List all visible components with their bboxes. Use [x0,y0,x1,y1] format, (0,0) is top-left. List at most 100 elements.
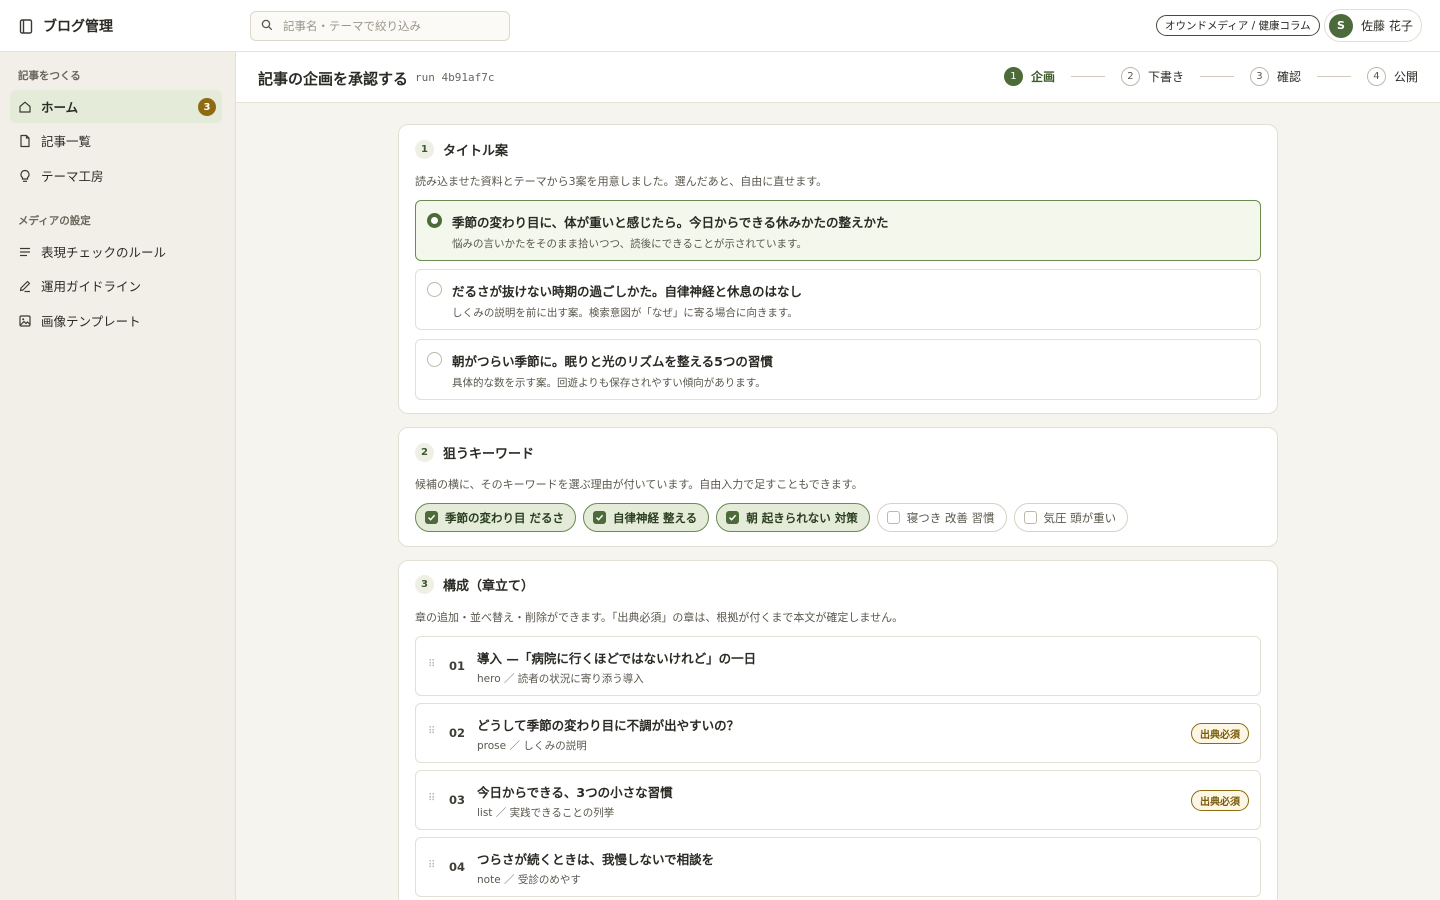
top-bar: ブログ管理 オウンドメディア / 健康コラム S 佐藤 花子 [0,0,1440,52]
chapter-type: note ／ 受診のめやす [477,874,581,886]
keywords-card: 2 狙うキーワード 候補の横に、そのキーワードを選ぶ理由が付いています。自由入力… [398,427,1278,547]
title-option[interactable]: 季節の変わり目に、体が重いと感じたら。今日からできる休みかたの整えかた 悩みの言… [415,200,1261,261]
page-header: 記事の企画を承認する run 4b91af7c 1 企画 2 下書き 3 確認 … [236,52,1440,103]
book-icon [19,18,33,34]
option-title: だるさが抜けない時期の過ごしかた。自律神経と休息のはなし [452,284,803,299]
chapter-row[interactable]: ⠿ 01 導入 —「病院に行くほどではないけれど」の一日 hero ／ 読者の状… [415,636,1261,696]
step-review[interactable]: 3 確認 [1249,67,1301,86]
app-title: ブログ管理 [43,18,113,35]
media-selector[interactable]: オウンドメディア / 健康コラム [1156,15,1320,36]
option-note: 悩みの言いかたをそのまま拾いつつ、読後にできることが示されています。 [452,238,808,250]
chapter-type: list ／ 実践できることの列挙 [477,807,615,819]
option-title: 朝がつらい季節に。眠りと光のリズムを整える5つの習慣 [452,354,773,369]
step-draft[interactable]: 2 下書き [1120,67,1184,86]
document-icon [18,134,32,148]
keyword-chip[interactable]: 寝つき 改善 習慣 [876,503,1007,532]
step-number: 4 [1366,67,1386,86]
progress-stepper: 1 企画 2 下書き 3 確認 4 公開 [1003,67,1418,86]
keyword-label: 季節の変わり目 だるさ [445,510,565,525]
card-header: 2 狙うキーワード [415,443,534,462]
keyword-chip[interactable]: 朝 起きられない 対策 [716,503,870,532]
page-title: 記事の企画を承認する [258,70,409,88]
step-label: 確認 [1276,70,1301,84]
step-label: 企画 [1030,70,1055,84]
keyword-label: 寝つき 改善 習慣 [906,510,995,525]
step-number: 1 [1003,67,1023,86]
search-icon [261,19,275,33]
user-menu[interactable]: S 佐藤 花子 [1324,9,1422,42]
keyword-chip-list: 季節の変わり目 だるさ 自律神経 整える 朝 起きられない 対策 寝つき 改善 … [415,503,1129,532]
title-option[interactable]: 朝がつらい季節に。眠りと光のリズムを整える5つの習慣 具体的な数を示す案。回遊よ… [415,339,1261,400]
step-label: 下書き [1147,70,1184,84]
radio-unselected[interactable] [427,282,442,297]
sidebar-item-guidelines[interactable]: 運用ガイドライン [10,269,222,302]
section-description: 読み込ませた資料とテーマから3案を用意しました。選んだあと、自由に直せます。 [415,175,828,188]
search-box[interactable] [250,11,510,41]
sidebar-item-label: テーマ工房 [41,169,104,184]
sidebar-item-label: ホーム [41,100,79,115]
option-note: 具体的な数を示す案。回遊よりも保存されやすい傾向があります。 [452,377,766,389]
chapter-title: どうして季節の変わり目に不調が出やすいの？ [477,718,740,733]
sidebar-item-image-templates[interactable]: 画像テンプレート [10,304,222,337]
step-label: 公開 [1393,70,1418,84]
section-number: 3 [415,575,434,594]
checkbox-checked-icon [593,511,607,524]
section-number: 2 [415,443,434,462]
section-description: 候補の横に、そのキーワードを選ぶ理由が付いています。自由入力で足すこともできます… [415,478,863,491]
chapter-title: つらさが続くときは、我慢しないで相談を [477,852,715,867]
chapter-type: hero ／ 読者の状況に寄り添う導入 [477,673,644,685]
step-plan[interactable]: 1 企画 [1003,67,1055,86]
sidebar-item-label: 記事一覧 [41,134,92,149]
avatar: S [1329,13,1353,38]
keyword-label: 朝 起きられない 対策 [746,510,858,525]
chapter-row[interactable]: ⠿ 02 どうして季節の変わり目に不調が出やすいの？ prose ／ しくみの説… [415,703,1261,763]
option-title: 季節の変わり目に、体が重いと感じたら。今日からできる休みかたの整えかた [452,215,889,230]
sidebar-item-theme-studio[interactable]: テーマ工房 [10,159,222,192]
keyword-chip[interactable]: 季節の変わり目 だるさ [415,503,577,532]
run-id: run 4b91af7c [415,71,495,84]
drag-handle-icon[interactable]: ⠿ [428,793,435,804]
keyword-chip[interactable]: 気圧 頭が重い [1013,503,1129,532]
chapter-title: 今日からできる、3つの小さな習慣 [477,785,673,800]
notification-badge: 3 [198,98,216,116]
keyword-chip[interactable]: 自律神経 整える [583,503,710,532]
title-proposals-card: 1 タイトル案 読み込ませた資料とテーマから3案を用意しました。選んだあと、自由… [398,124,1278,414]
sidebar: 記事をつくる ホーム 3 記事一覧 テーマ工房 メディアの設定 表現チェックのル… [0,52,236,900]
step-connector [1316,76,1351,77]
chapter-type: prose ／ しくみの説明 [477,740,587,752]
chapter-row[interactable]: ⠿ 03 今日からできる、3つの小さな習慣 list ／ 実践できることの列挙 … [415,770,1261,830]
checkbox-empty-icon [886,511,900,524]
sidebar-item-articles[interactable]: 記事一覧 [10,124,222,157]
section-description: 章の追加・並べ替え・削除ができます。「出典必須」の章は、根拠が付くまで本文が確定… [415,611,904,624]
sidebar-section-settings: メディアの設定 [18,215,91,227]
card-header: 1 タイトル案 [415,140,508,159]
sidebar-section-create: 記事をつくる [18,70,81,82]
option-note: しくみの説明を前に出す案。検索意図が「なぜ」に寄る場合に向きます。 [452,307,798,319]
brand[interactable]: ブログ管理 [0,0,236,51]
drag-handle-icon[interactable]: ⠿ [428,726,435,737]
title-option[interactable]: だるさが抜けない時期の過ごしかた。自律神経と休息のはなし しくみの説明を前に出す… [415,269,1261,330]
sidebar-item-home[interactable]: ホーム 3 [10,90,222,123]
chapter-number: 02 [449,726,466,740]
pen-icon [18,279,32,293]
checkbox-empty-icon [1023,511,1037,524]
list-icon [18,245,32,259]
checkbox-checked-icon [726,511,740,524]
card-header: 3 構成（章立て） [415,575,534,594]
outline-card: 3 構成（章立て） 章の追加・並べ替え・削除ができます。「出典必須」の章は、根拠… [398,560,1278,900]
step-number: 2 [1120,67,1140,86]
drag-handle-icon[interactable]: ⠿ [428,659,435,670]
drag-handle-icon[interactable]: ⠿ [428,860,435,871]
search-input[interactable] [283,19,503,33]
sidebar-item-expression-rules[interactable]: 表現チェックのルール [10,235,222,268]
source-required-badge: 出典必須 [1191,723,1249,744]
chapter-row[interactable]: ⠿ 04 つらさが続くときは、我慢しないで相談を note ／ 受診のめやす [415,837,1261,897]
chapter-number: 04 [449,860,466,874]
step-publish[interactable]: 4 公開 [1366,67,1418,86]
radio-selected[interactable] [427,213,442,228]
radio-unselected[interactable] [427,352,442,367]
chapter-number: 03 [449,793,466,807]
step-connector [1199,76,1234,77]
source-required-badge: 出典必須 [1191,790,1249,811]
checkbox-checked-icon [425,511,438,524]
